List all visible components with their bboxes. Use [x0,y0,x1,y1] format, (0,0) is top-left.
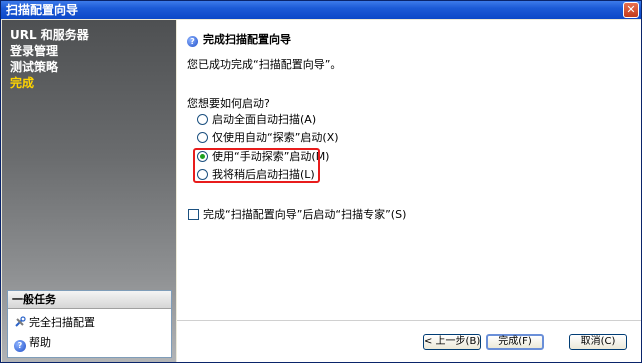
footer-divider [177,320,641,321]
sidebar-item-complete[interactable]: 完成 [10,75,89,91]
page-title-text: 完成扫描配置向导 [203,33,291,46]
wizard-steps: URL 和服务器 登录管理 测试策略 完成 [10,27,89,91]
option-label: 启动全面自动扫描(A) [212,113,317,126]
tools-icon [14,316,26,328]
task-help-label: 帮助 [29,336,51,349]
option-auto-explore[interactable]: 仅使用自动“探索”启动(X) [197,130,339,146]
radio-auto-explore[interactable] [197,132,208,143]
start-question: 您想要如何启动? [187,97,270,110]
cancel-button[interactable]: 取消(C) [569,334,627,350]
sidebar-item-url-server[interactable]: URL 和服务器 [10,27,89,43]
highlight-annotation [193,148,320,183]
option-label: 仅使用自动“探索”启动(X) [212,131,339,144]
task-full-scan-config[interactable]: 完全扫描配置 [14,315,95,331]
sidebar: URL 和服务器 登录管理 测试策略 完成 一般任务 完全扫描配置 ? 帮助 [2,20,176,362]
wizard-window: 扫描配置向导 ✕ URL 和服务器 登录管理 测试策略 完成 一般任务 完全扫描… [0,0,642,363]
task-help[interactable]: ? 帮助 [14,335,51,352]
help-icon: ? [14,340,26,352]
tasks-panel: 一般任务 完全扫描配置 ? 帮助 [7,290,172,358]
back-button[interactable]: < 上一步(B) [423,334,481,350]
help-icon: ? [187,36,198,47]
task-full-scan-config-label: 完全扫描配置 [29,316,95,329]
launch-scan-expert-checkbox[interactable] [188,209,199,220]
launch-scan-expert-option[interactable]: 完成“扫描配置向导”后启动“扫描专家”(S) [188,207,406,223]
close-button[interactable]: ✕ [623,2,639,18]
main-content: ? 完成扫描配置向导 您已成功完成“扫描配置向导”。 您想要如何启动? 启动全面自… [177,20,641,362]
radio-full-auto-scan[interactable] [197,114,208,125]
checkbox-label: 完成“扫描配置向导”后启动“扫描专家”(S) [203,208,407,221]
tasks-header: 一般任务 [8,291,171,309]
close-icon: ✕ [626,3,636,16]
option-full-auto-scan[interactable]: 启动全面自动扫描(A) [197,112,316,128]
sidebar-item-login[interactable]: 登录管理 [10,43,89,59]
window-title: 扫描配置向导 [6,3,79,17]
intro-text: 您已成功完成“扫描配置向导”。 [187,58,342,71]
title-bar: 扫描配置向导 ✕ [1,1,641,19]
page-title: ? 完成扫描配置向导 [187,31,291,47]
sidebar-item-test-policy[interactable]: 测试策略 [10,59,89,75]
finish-button[interactable]: 完成(F) [486,334,544,350]
